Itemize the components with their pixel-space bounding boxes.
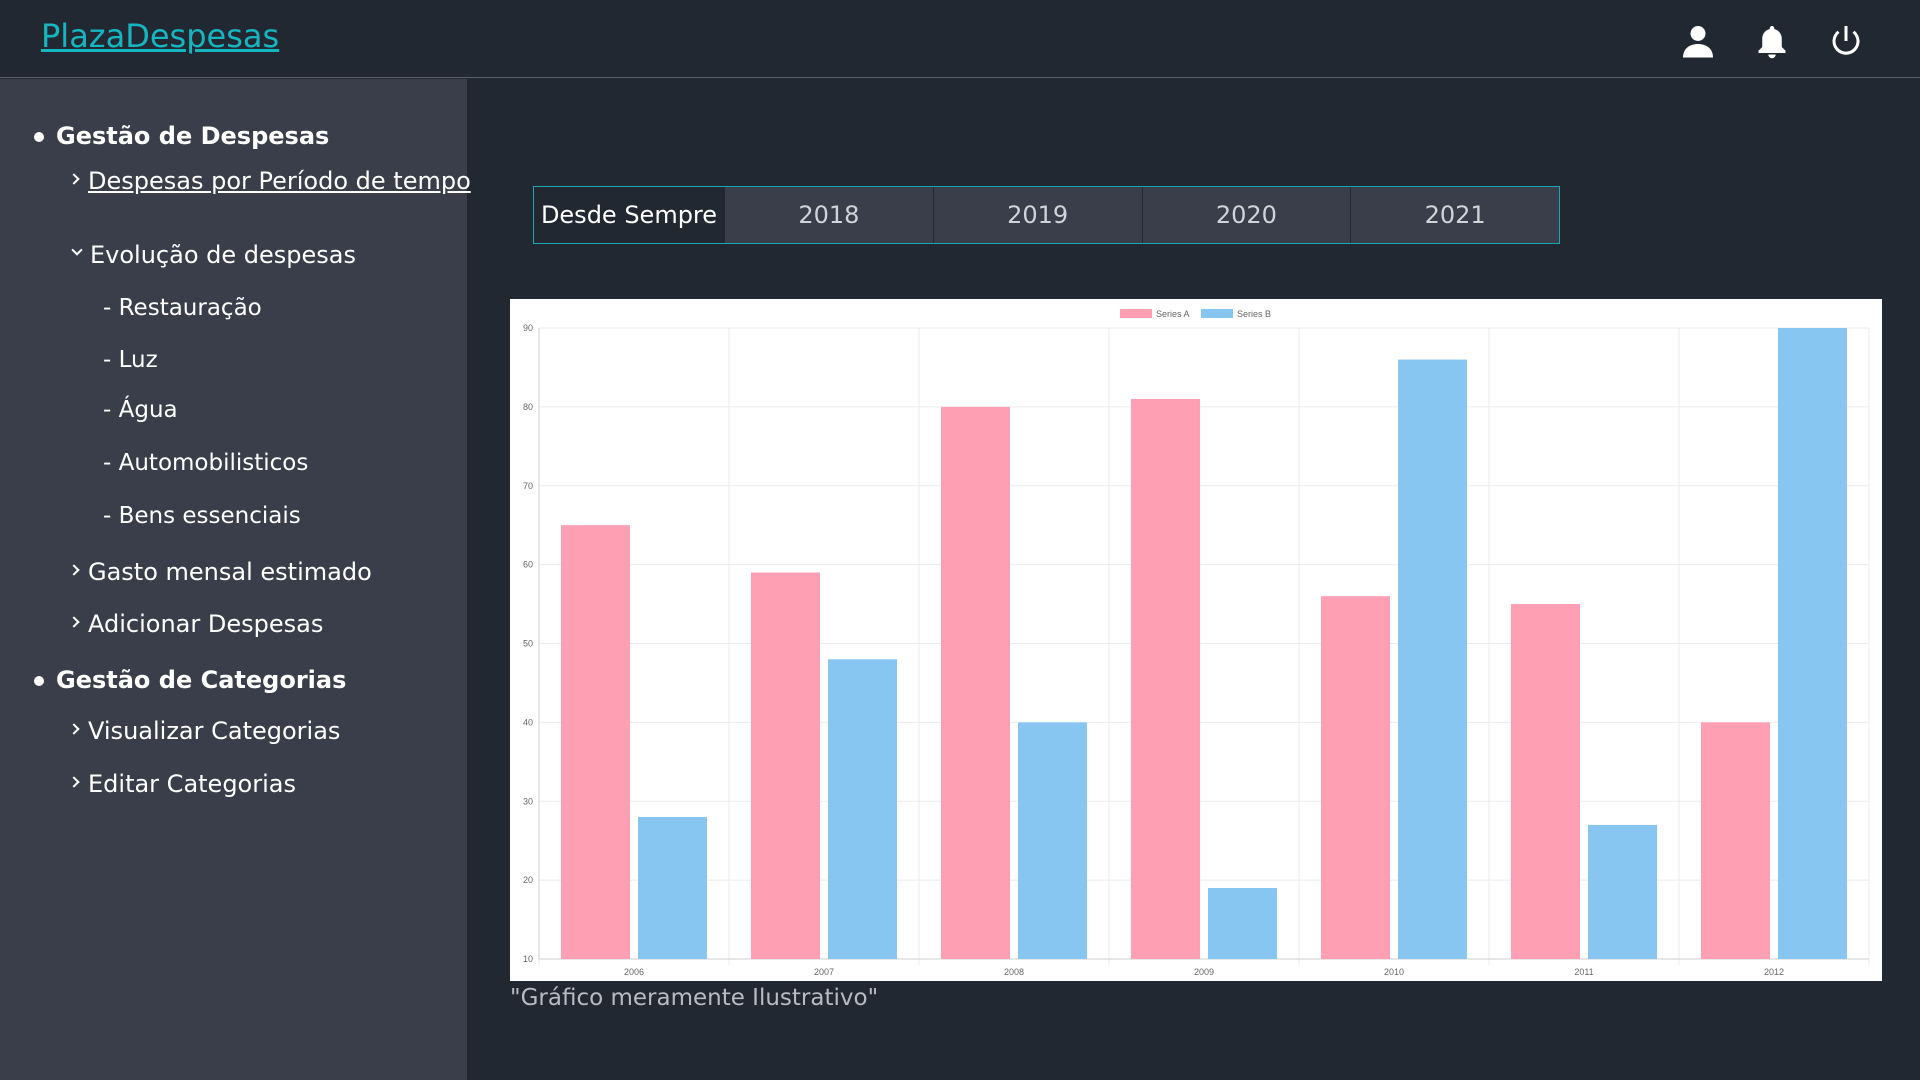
period-tabs: Desde Sempre 2018 2019 2020 2021 (533, 186, 1560, 244)
tab-2021[interactable]: 2021 (1350, 187, 1559, 243)
sidebar-subitem-automobilisticos[interactable]: - Automobilisticos (103, 450, 308, 476)
section-gestao-despesas: Gestão de Despesas (33, 122, 330, 150)
y-tick-label: 30 (523, 796, 533, 806)
y-tick-label: 90 (523, 323, 533, 333)
bar-series-b-2008 (1018, 722, 1087, 959)
tab-2018[interactable]: 2018 (724, 187, 933, 243)
chevron-right-icon (68, 776, 80, 788)
sidebar-item-label: Editar Categorias (88, 770, 296, 798)
x-tick-label: 2008 (1004, 967, 1024, 977)
legend-swatch-a (1120, 309, 1152, 318)
bar-series-b-2012 (1778, 328, 1847, 959)
power-icon[interactable] (1828, 22, 1864, 60)
bar-series-b-2010 (1398, 359, 1467, 959)
tab-desde-sempre[interactable]: Desde Sempre (534, 187, 724, 243)
chevron-right-icon (68, 173, 80, 185)
chart-caption: "Gráfico meramente Ilustrativo" (510, 985, 879, 1011)
bar-series-a-2006 (561, 525, 630, 959)
chevron-right-icon (68, 564, 80, 576)
bar-series-a-2009 (1131, 398, 1200, 959)
sidebar-subitem-agua[interactable]: - Água (103, 397, 178, 423)
legend-label-b: Series B (1237, 309, 1271, 319)
chevron-right-icon (68, 616, 80, 628)
x-tick-label: 2010 (1384, 967, 1404, 977)
bar-series-b-2009 (1208, 888, 1277, 959)
sidebar-item-visualizar-categorias[interactable]: Visualizar Categorias (68, 717, 341, 745)
x-tick-label: 2007 (814, 967, 834, 977)
sidebar-item-gasto-mensal[interactable]: Gasto mensal estimado (68, 558, 372, 586)
sidebar-item-editar-categorias[interactable]: Editar Categorias (68, 770, 296, 798)
x-tick-label: 2012 (1764, 967, 1784, 977)
sidebar-item-despesas-periodo[interactable]: Despesas por Período de tempo (68, 167, 471, 195)
bar-series-b-2006 (638, 817, 707, 959)
y-tick-label: 40 (523, 717, 533, 727)
sidebar-item-evolucao-despesas[interactable]: Evolução de despesas (71, 241, 356, 269)
section-gestao-categorias: Gestão de Categorias (33, 666, 347, 694)
chevron-down-icon (71, 244, 83, 256)
y-tick-label: 50 (523, 639, 533, 649)
sidebar-item-label: Adicionar Despesas (88, 610, 324, 638)
bar-series-a-2007 (751, 572, 820, 959)
tab-2019[interactable]: 2019 (932, 187, 1142, 243)
x-tick-label: 2011 (1574, 967, 1593, 977)
sidebar-item-label: Visualizar Categorias (88, 717, 341, 745)
top-bar: PlazaDespesas (0, 0, 1920, 78)
y-tick-label: 10 (523, 954, 533, 964)
sidebar-item-label: Evolução de despesas (90, 241, 356, 269)
bell-icon[interactable] (1754, 22, 1790, 60)
y-tick-label: 20 (523, 875, 533, 885)
sidebar: Gestão de Despesas Despesas por Período … (0, 79, 471, 1080)
x-tick-label: 2006 (624, 967, 644, 977)
legend-label-a: Series A (1156, 309, 1190, 319)
y-tick-label: 70 (523, 481, 533, 491)
sidebar-item-adicionar-despesas[interactable]: Adicionar Despesas (68, 610, 324, 638)
user-icon[interactable] (1680, 22, 1716, 60)
chevron-right-icon (68, 723, 80, 735)
y-tick-label: 60 (523, 560, 533, 570)
bar-series-a-2012 (1701, 722, 1770, 959)
bar-series-a-2010 (1321, 596, 1390, 959)
sidebar-subitem-restauracao[interactable]: - Restauração (103, 295, 262, 321)
x-tick-label: 2009 (1194, 967, 1214, 977)
bar-series-a-2011 (1511, 604, 1580, 959)
bar-series-b-2011 (1588, 824, 1657, 959)
legend-swatch-b (1201, 309, 1233, 318)
expenses-bar-chart: 10 20 30 40 50 60 70 80 90 2006 2007 2008 2009 2010 20… (510, 299, 1882, 981)
chart-svg: 10 20 30 40 50 60 70 80 90 2006 2007 2008 2009 2010 20… (523, 309, 1870, 977)
bar-series-b-2007 (828, 659, 897, 959)
brand-logo-link[interactable]: PlazaDespesas (41, 17, 279, 55)
sidebar-subitem-luz[interactable]: - Luz (103, 347, 158, 373)
bar-series-a-2008 (941, 406, 1010, 959)
sidebar-item-label: Gasto mensal estimado (88, 558, 372, 586)
y-tick-label: 80 (523, 402, 533, 412)
sidebar-subitem-bens-essenciais[interactable]: - Bens essenciais (103, 503, 301, 529)
tab-2020[interactable]: 2020 (1141, 187, 1351, 243)
sidebar-item-label: Despesas por Período de tempo (88, 167, 471, 195)
